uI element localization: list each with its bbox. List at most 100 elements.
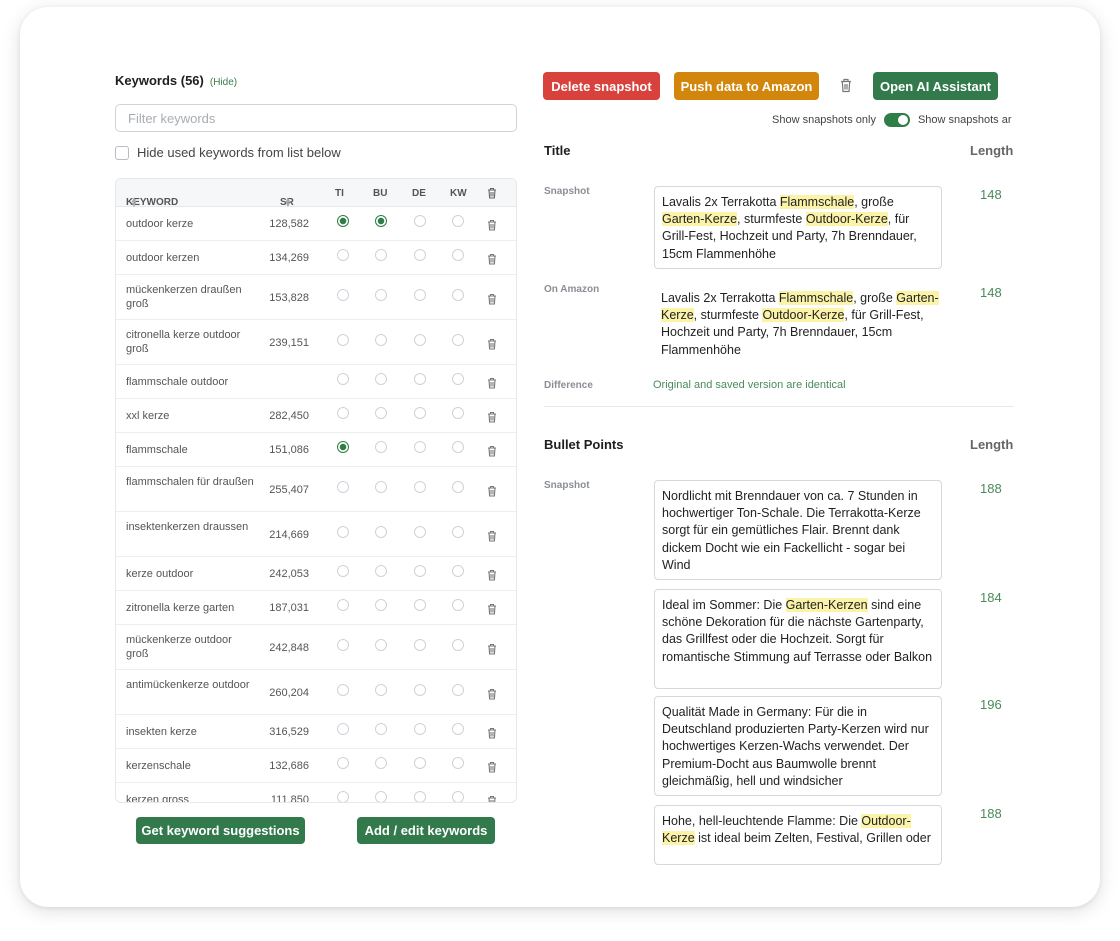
de-radio[interactable] [414,289,426,301]
de-radio[interactable] [414,441,426,453]
de-radio[interactable] [414,373,426,385]
ti-radio[interactable] [337,791,349,802]
ti-radio[interactable] [337,215,349,227]
delete-snapshot-button[interactable]: Delete snapshot [543,72,660,100]
delete-keyword-trash-icon[interactable] [487,688,497,700]
de-radio[interactable] [414,526,426,538]
delete-keyword-trash-icon[interactable] [487,795,497,803]
ti-radio[interactable] [337,526,349,538]
title-snapshot-textbox[interactable]: Lavalis 2x Terrakotta Flammschale, große… [654,186,942,269]
hide-keywords-link[interactable]: (Hide) [210,77,237,88]
bu-radio[interactable] [375,481,387,493]
de-radio[interactable] [414,757,426,769]
ti-radio[interactable] [337,639,349,651]
kw-radio[interactable] [452,526,464,538]
delete-keyword-trash-icon[interactable] [487,530,497,542]
bu-radio[interactable] [375,407,387,419]
bu-radio[interactable] [375,249,387,261]
de-radio[interactable] [414,639,426,651]
bullet-point-textbox[interactable]: Hohe, hell-leuchtende Flamme: Die Outdoo… [654,805,942,865]
sort-icon[interactable]: ▲ ▼ [284,196,292,209]
kw-radio[interactable] [452,481,464,493]
ti-radio[interactable] [337,373,349,385]
bu-radio[interactable] [375,599,387,611]
bu-radio[interactable] [375,684,387,696]
kw-radio[interactable] [452,599,464,611]
ti-radio[interactable] [337,599,349,611]
delete-keyword-trash-icon[interactable] [487,377,497,389]
delete-keyword-trash-icon[interactable] [487,293,497,305]
delete-keyword-trash-icon[interactable] [487,643,497,655]
kw-radio[interactable] [452,684,464,696]
kw-radio[interactable] [452,757,464,769]
ti-radio[interactable] [337,289,349,301]
de-radio[interactable] [414,334,426,346]
kw-radio[interactable] [452,289,464,301]
bullet-point-textbox[interactable]: Qualität Made in Germany: Für die in Deu… [654,696,942,796]
checkbox-box[interactable] [115,145,129,160]
show-snapshots-toggle[interactable] [883,113,910,127]
bu-radio[interactable] [375,441,387,453]
kw-radio[interactable] [452,249,464,261]
delete-keyword-trash-icon[interactable] [487,253,497,265]
bu-radio[interactable] [375,639,387,651]
open-ai-assistant-button[interactable]: Open AI Assistant [873,72,998,100]
de-radio[interactable] [414,684,426,696]
de-radio[interactable] [414,215,426,227]
bu-radio[interactable] [375,215,387,227]
kw-radio[interactable] [452,407,464,419]
ti-radio[interactable] [337,407,349,419]
bullet-point-textbox[interactable]: Nordlicht mit Brenndauer von ca. 7 Stund… [654,480,942,580]
ti-radio[interactable] [337,757,349,769]
kw-radio[interactable] [452,441,464,453]
delete-keyword-trash-icon[interactable] [487,411,497,423]
filter-keywords-input[interactable] [115,104,517,132]
delete-keyword-trash-icon[interactable] [487,727,497,739]
ti-radio[interactable] [337,565,349,577]
ti-radio[interactable] [337,249,349,261]
delete-keyword-trash-icon[interactable] [487,219,497,231]
get-keyword-suggestions-button[interactable]: Get keyword suggestions [136,817,305,844]
add-edit-keywords-button[interactable]: Add / edit keywords [357,817,495,844]
kw-radio[interactable] [452,723,464,735]
delete-keyword-trash-icon[interactable] [487,569,497,581]
bu-radio[interactable] [375,526,387,538]
sort-icon[interactable]: ▲ ▼ [130,196,138,209]
kw-radio[interactable] [452,565,464,577]
push-to-amazon-button[interactable]: Push data to Amazon [674,72,819,100]
bu-radio[interactable] [375,723,387,735]
bu-radio[interactable] [375,373,387,385]
kw-radio[interactable] [452,791,464,802]
bu-radio[interactable] [375,565,387,577]
delete-keyword-trash-icon[interactable] [487,338,497,350]
de-radio[interactable] [414,565,426,577]
bu-radio[interactable] [375,791,387,802]
ti-radio[interactable] [337,334,349,346]
kw-radio[interactable] [452,215,464,227]
delete-keyword-trash-icon[interactable] [487,603,497,615]
ti-radio[interactable] [337,723,349,735]
trash-icon[interactable] [840,78,852,93]
ti-radio[interactable] [337,684,349,696]
de-radio[interactable] [414,723,426,735]
bu-radio[interactable] [375,334,387,346]
de-radio[interactable] [414,249,426,261]
kw-radio[interactable] [452,334,464,346]
delete-keyword-trash-icon[interactable] [487,485,497,497]
ti-radio[interactable] [337,441,349,453]
hide-used-keywords-checkbox[interactable]: Hide used keywords from list below [115,145,341,160]
kw-radio[interactable] [452,639,464,651]
bu-radio[interactable] [375,757,387,769]
kw-radio[interactable] [452,373,464,385]
col-kw: KW [450,188,467,199]
bullet-point-textbox[interactable]: Ideal im Sommer: Die Garten-Kerzen sind … [654,589,942,689]
de-radio[interactable] [414,791,426,802]
de-radio[interactable] [414,481,426,493]
de-radio[interactable] [414,407,426,419]
bu-radio[interactable] [375,289,387,301]
ti-radio[interactable] [337,481,349,493]
delete-keyword-trash-icon[interactable] [487,761,497,773]
delete-keyword-trash-icon[interactable] [487,445,497,457]
de-radio[interactable] [414,599,426,611]
delete-all-trash-icon[interactable] [487,187,497,199]
